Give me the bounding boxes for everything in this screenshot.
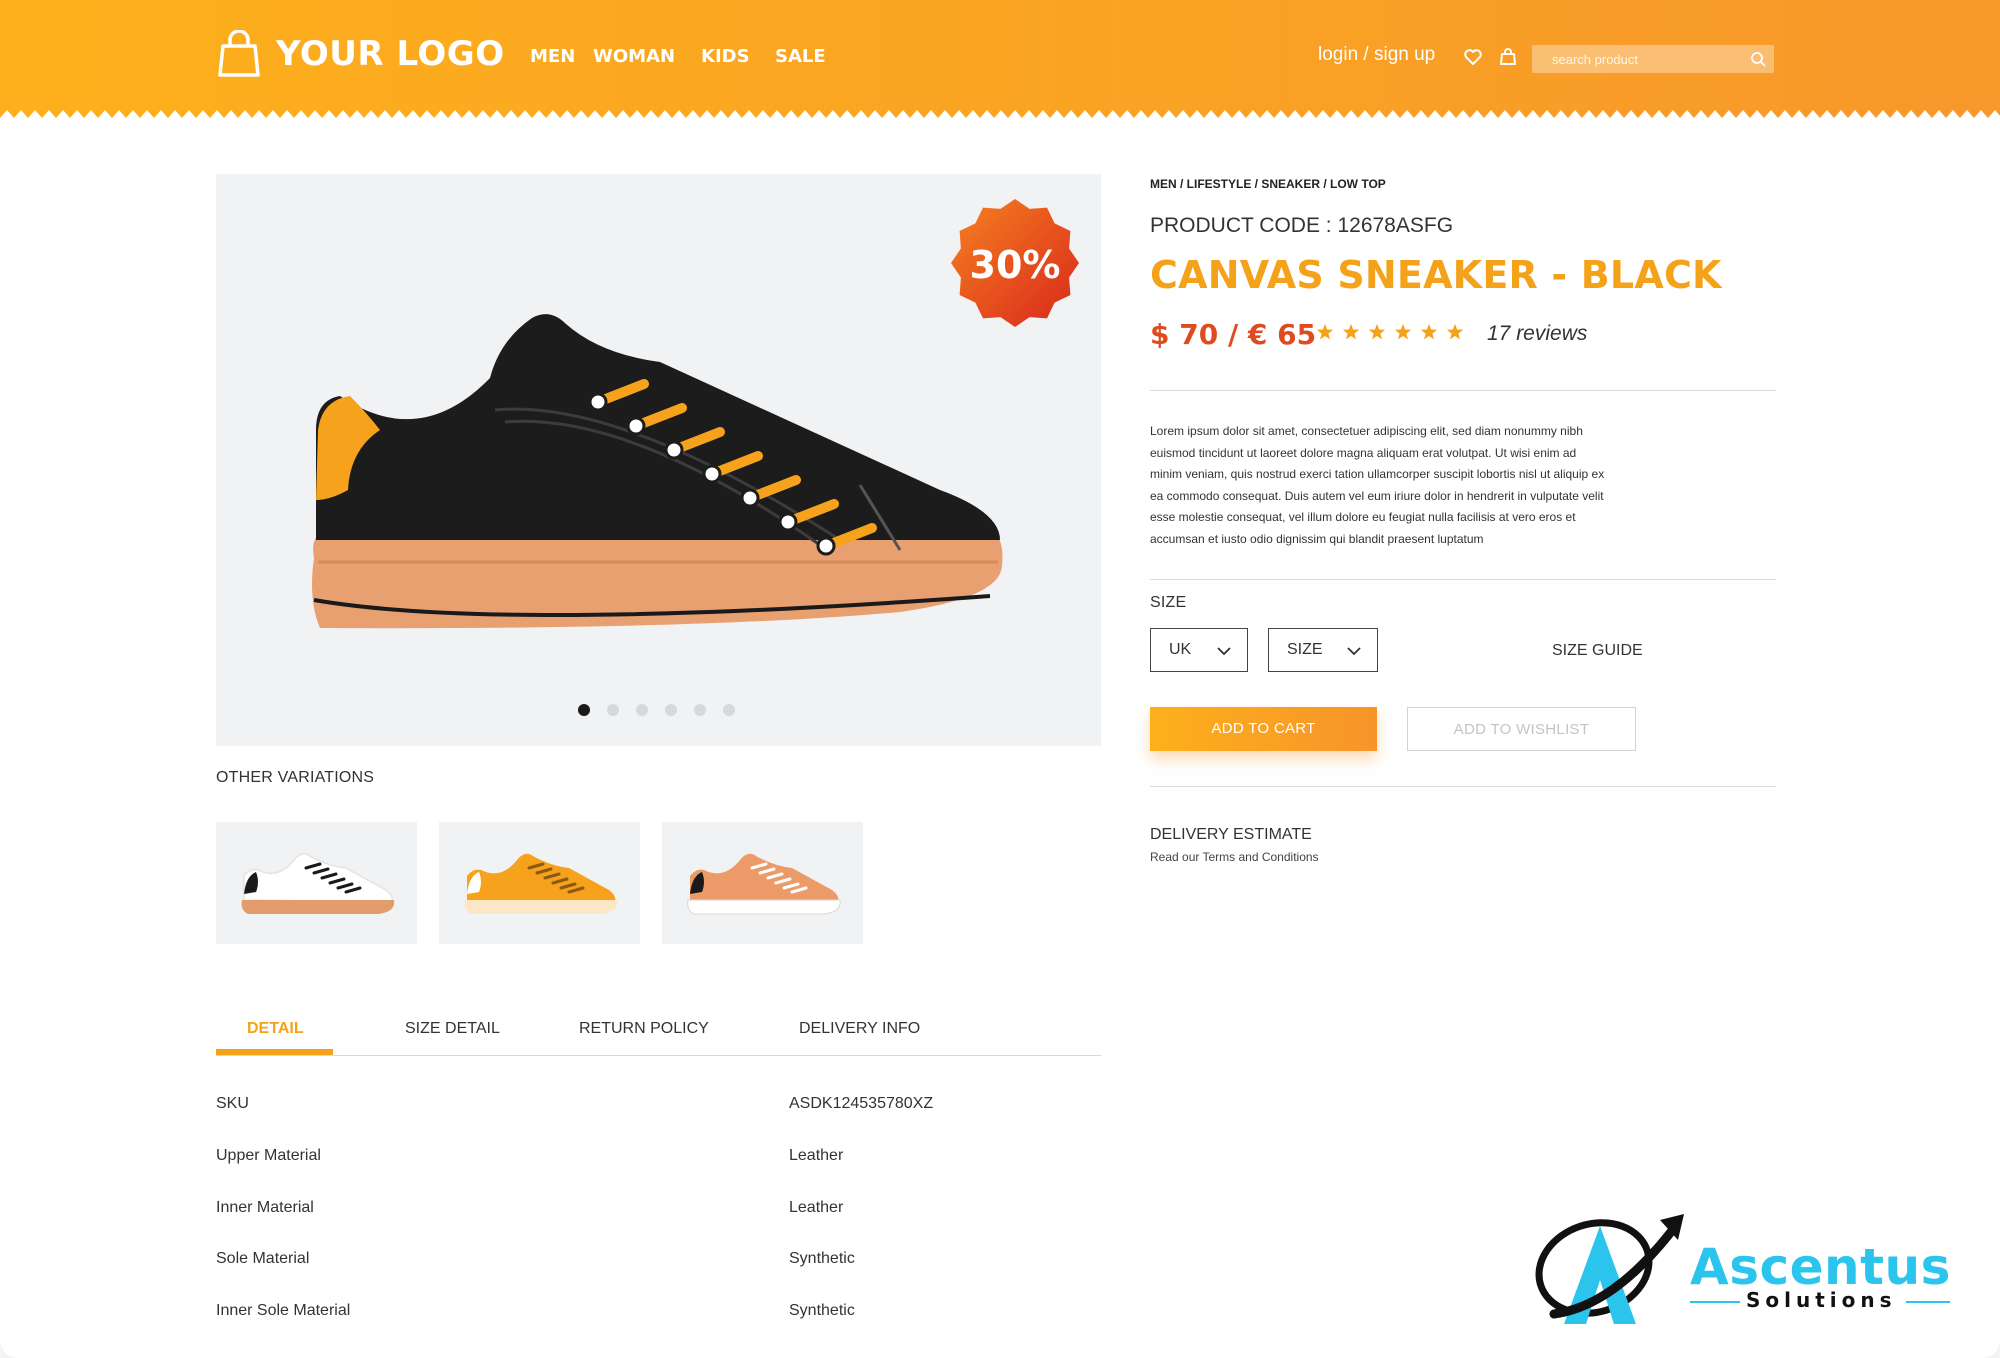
- size-region-value: UK: [1169, 641, 1192, 658]
- bag-icon[interactable]: [1498, 47, 1518, 67]
- spec-row: Inner Sole Material Synthetic: [216, 1302, 1101, 1326]
- sneaker-peach-thumbnail: [687, 853, 841, 915]
- sneaker-white-thumbnail: [241, 853, 395, 914]
- size-heading: SIZE: [1150, 594, 1187, 611]
- product-image-sneaker: [312, 314, 1003, 629]
- variation-orange[interactable]: [439, 822, 640, 944]
- breadcrumb[interactable]: MEN / LIFESTYLE / SNEAKER / LOW TOP: [1150, 177, 1386, 191]
- spec-label: SKU: [216, 1095, 249, 1112]
- star-icon: [1368, 323, 1386, 340]
- shoe-eyelet: [778, 512, 798, 532]
- shoe-eyelet: [664, 440, 684, 460]
- size-value: SIZE: [1287, 641, 1323, 658]
- variation-white[interactable]: [216, 822, 417, 944]
- sneaker-orange-thumbnail: [464, 853, 618, 914]
- tabs-divider: [216, 1055, 1101, 1056]
- terms-conditions-link[interactable]: Read our Terms and Conditions: [1150, 850, 1319, 864]
- spec-value: Synthetic: [789, 1250, 855, 1267]
- tab-return-policy[interactable]: RETURN POLICY: [579, 1020, 709, 1038]
- nav-sale[interactable]: SALE: [775, 46, 826, 67]
- spec-value: Leather: [789, 1147, 844, 1164]
- tab-detail[interactable]: DETAIL: [247, 1020, 304, 1038]
- gallery-dot[interactable]: [694, 704, 706, 716]
- spec-value: Leather: [789, 1199, 844, 1216]
- shoe-eyelet: [626, 416, 646, 436]
- size-guide-link[interactable]: SIZE GUIDE: [1552, 642, 1643, 660]
- product-title: CANVAS SNEAKER - BLACK: [1150, 253, 1722, 297]
- star-icon: [1446, 323, 1464, 340]
- gallery-dot[interactable]: [636, 704, 648, 716]
- shoe-eyelet: [702, 464, 722, 484]
- spec-row: Upper Material Leather: [216, 1147, 1101, 1171]
- size-region-select[interactable]: UK: [1150, 628, 1248, 672]
- nav-men[interactable]: MEN: [530, 46, 575, 67]
- chevron-down-icon: [1217, 647, 1231, 656]
- reviews-count[interactable]: 17 reviews: [1487, 322, 1587, 346]
- discount-label: 30%: [969, 243, 1061, 287]
- active-tab-indicator: [216, 1049, 333, 1055]
- spec-value: ASDK124535780XZ: [789, 1095, 934, 1112]
- spec-row: Inner Material Leather: [216, 1199, 1101, 1223]
- add-to-wishlist-label: ADD TO WISHLIST: [1453, 721, 1590, 738]
- header-zigzag-edge: [0, 110, 2000, 126]
- spec-label: Upper Material: [216, 1147, 321, 1164]
- search-input[interactable]: [1532, 45, 1742, 73]
- product-description: Lorem ipsum dolor sit amet, consectetuer…: [1150, 424, 1605, 546]
- star-icon: [1342, 323, 1360, 340]
- gallery-pagination: [578, 704, 735, 716]
- divider: [1150, 579, 1776, 580]
- add-to-wishlist-button[interactable]: ADD TO WISHLIST: [1407, 707, 1636, 751]
- size-select[interactable]: SIZE: [1268, 628, 1378, 672]
- login-signup-link[interactable]: login / sign up: [1318, 44, 1435, 66]
- gallery-dot[interactable]: [607, 704, 619, 716]
- shopping-bag-icon: [218, 30, 260, 77]
- shoe-eyelet: [588, 392, 608, 412]
- chevron-down-icon: [1347, 647, 1361, 656]
- star-icon: [1420, 323, 1438, 340]
- product-price: $ 70 / € 65: [1150, 318, 1317, 351]
- spec-label: Inner Material: [216, 1199, 314, 1216]
- delivery-estimate-heading: DELIVERY ESTIMATE: [1150, 826, 1312, 843]
- rating-stars: [1316, 323, 1464, 341]
- add-to-cart-button[interactable]: ADD TO CART: [1150, 707, 1377, 751]
- product-page: YOUR LOGO MEN WOMAN KIDS SALE login / si…: [0, 0, 2000, 1358]
- spec-value: Synthetic: [789, 1302, 855, 1319]
- divider: [1150, 390, 1776, 391]
- header-bar: YOUR LOGO MEN WOMAN KIDS SALE login / si…: [0, 0, 2000, 126]
- tab-size-detail[interactable]: SIZE DETAIL: [405, 1020, 500, 1038]
- gallery-dot[interactable]: [723, 704, 735, 716]
- product-code: PRODUCT CODE : 12678ASFG: [1150, 214, 1454, 237]
- logo-text: YOUR LOGO: [276, 34, 505, 74]
- shoe-eyelet: [740, 488, 760, 508]
- variation-peach[interactable]: [662, 822, 863, 944]
- heart-icon[interactable]: [1463, 47, 1483, 67]
- divider: [1150, 786, 1776, 787]
- nav-kids[interactable]: KIDS: [701, 46, 750, 67]
- spec-label: Inner Sole Material: [216, 1302, 351, 1319]
- tab-delivery-info[interactable]: DELIVERY INFO: [799, 1020, 920, 1038]
- watermark-subtitle: Solutions: [1746, 1288, 1897, 1312]
- other-variations-heading: OTHER VARIATIONS: [216, 769, 375, 786]
- shoe-eyelet: [816, 536, 836, 556]
- watermark-line: [1906, 1301, 1950, 1303]
- search-box: [1532, 45, 1774, 73]
- gallery-dot[interactable]: [665, 704, 677, 716]
- spec-row: Sole Material Synthetic: [216, 1250, 1101, 1274]
- logo[interactable]: YOUR LOGO: [218, 30, 505, 78]
- add-to-cart-label: ADD TO CART: [1211, 720, 1316, 737]
- ascentus-logo-icon: [1535, 1214, 1684, 1324]
- spec-label: Sole Material: [216, 1250, 310, 1267]
- spec-row: SKU ASDK124535780XZ: [216, 1095, 1101, 1119]
- watermark-line: [1690, 1301, 1740, 1303]
- gallery-dot[interactable]: [578, 704, 590, 716]
- star-icon: [1394, 323, 1412, 340]
- star-icon: [1316, 323, 1334, 340]
- search-icon[interactable]: [1750, 51, 1766, 67]
- nav-woman[interactable]: WOMAN: [593, 46, 675, 67]
